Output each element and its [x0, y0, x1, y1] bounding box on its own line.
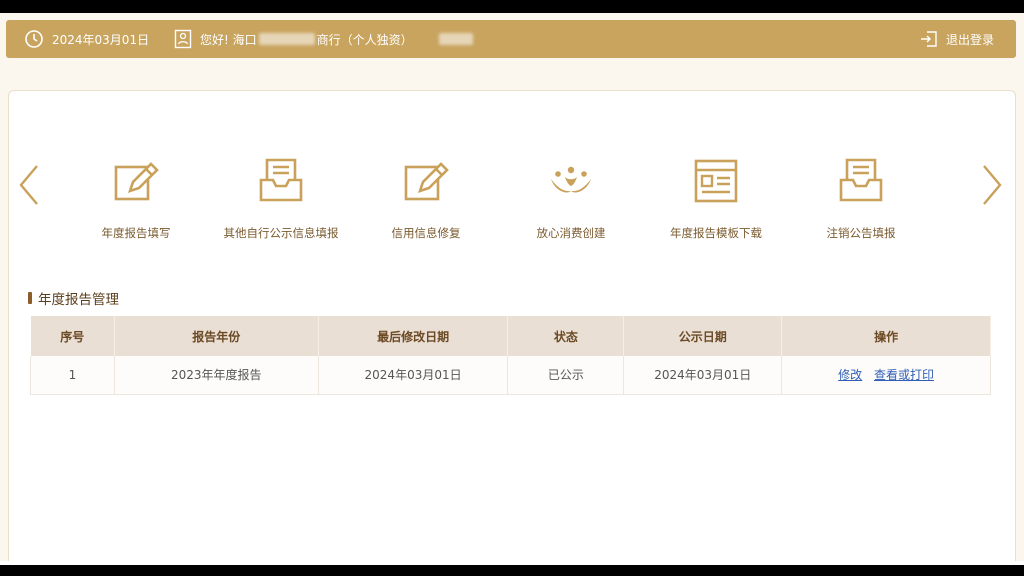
people-logo-icon	[551, 166, 591, 193]
nav-template-download[interactable]: 年度报告模板下载	[636, 155, 796, 241]
greeting-suffix: 商行（个人独资）	[316, 32, 413, 47]
clock-icon	[25, 30, 43, 48]
bottom-letterbox	[0, 561, 1024, 576]
section-title: 年度报告管理	[28, 288, 119, 308]
column-header: 报告年份	[114, 316, 319, 356]
inbox-document-icon	[839, 158, 883, 202]
view-print-link[interactable]: 查看或打印	[874, 368, 934, 382]
cell-index: 1	[30, 356, 115, 395]
inbox-document-icon	[259, 158, 303, 202]
column-header: 序号	[30, 316, 115, 356]
current-date: 2024年03月01日	[52, 32, 150, 47]
bottom-edge-strip	[0, 561, 1024, 565]
cell-report-year: 2023年年度报告	[114, 356, 319, 395]
carousel-next-button[interactable]	[977, 163, 1007, 207]
nav-deregistration-notice[interactable]: 注销公告填报	[781, 155, 941, 241]
nav-label: 信用信息修复	[391, 226, 461, 240]
nav-label: 放心消费创建	[536, 226, 606, 240]
cell-publish-date: 2024年03月01日	[623, 356, 783, 395]
edit-document-icon	[404, 162, 449, 201]
redacted-info	[438, 33, 473, 45]
column-header: 最后修改日期	[318, 316, 509, 356]
nav-label: 年度报告填写	[101, 226, 171, 240]
edit-link[interactable]: 修改	[838, 368, 862, 382]
app-screen: 2024年03月01日 您好! 海口 商行（个人独资） 退出登录 年度报告填写	[0, 13, 1024, 561]
table-header-row: 序号 报告年份 最后修改日期 状态 公示日期 操作	[30, 316, 991, 356]
column-header: 公示日期	[623, 316, 783, 356]
carousel-prev-button[interactable]	[14, 163, 44, 207]
column-header: 操作	[781, 316, 991, 356]
column-header: 状态	[507, 316, 625, 356]
cell-actions: 修改 查看或打印	[781, 356, 991, 395]
user-card-icon	[174, 29, 192, 49]
nav-annual-report-fill[interactable]: 年度报告填写	[56, 155, 216, 241]
chevron-left-icon	[19, 165, 38, 205]
report-table: 序号 报告年份 最后修改日期 状态 公示日期 操作 1 2023年年度报告 20…	[30, 316, 991, 395]
table-row: 1 2023年年度报告 2024年03月01日 已公示 2024年03月01日 …	[30, 356, 991, 395]
section-title-text: 年度报告管理	[38, 292, 119, 308]
nav-other-disclosure[interactable]: 其他自行公示信息填报	[201, 155, 361, 241]
logout-icon	[920, 31, 937, 47]
cell-modified-date: 2024年03月01日	[318, 356, 509, 395]
edit-document-icon	[114, 162, 159, 201]
nav-consumer-trust[interactable]: 放心消费创建	[491, 155, 651, 241]
logout-button[interactable]: 退出登录	[920, 20, 994, 58]
chevron-right-icon	[983, 165, 1002, 205]
section-title-marker	[28, 292, 32, 304]
redacted-name	[258, 33, 315, 45]
nav-label: 其他自行公示信息填报	[223, 226, 339, 240]
greeting-prefix: 您好! 海口	[200, 32, 257, 47]
date-display: 2024年03月01日	[24, 20, 149, 58]
nav-label: 年度报告模板下载	[670, 226, 762, 240]
template-window-icon	[694, 159, 738, 203]
top-header-bar: 2024年03月01日 您好! 海口 商行（个人独资） 退出登录	[6, 20, 1016, 58]
cell-status: 已公示	[507, 356, 625, 395]
user-greeting: 您好! 海口 商行（个人独资）	[174, 20, 473, 58]
nav-credit-repair[interactable]: 信用信息修复	[346, 155, 506, 241]
logout-label: 退出登录	[945, 32, 994, 47]
nav-label: 注销公告填报	[826, 226, 896, 240]
